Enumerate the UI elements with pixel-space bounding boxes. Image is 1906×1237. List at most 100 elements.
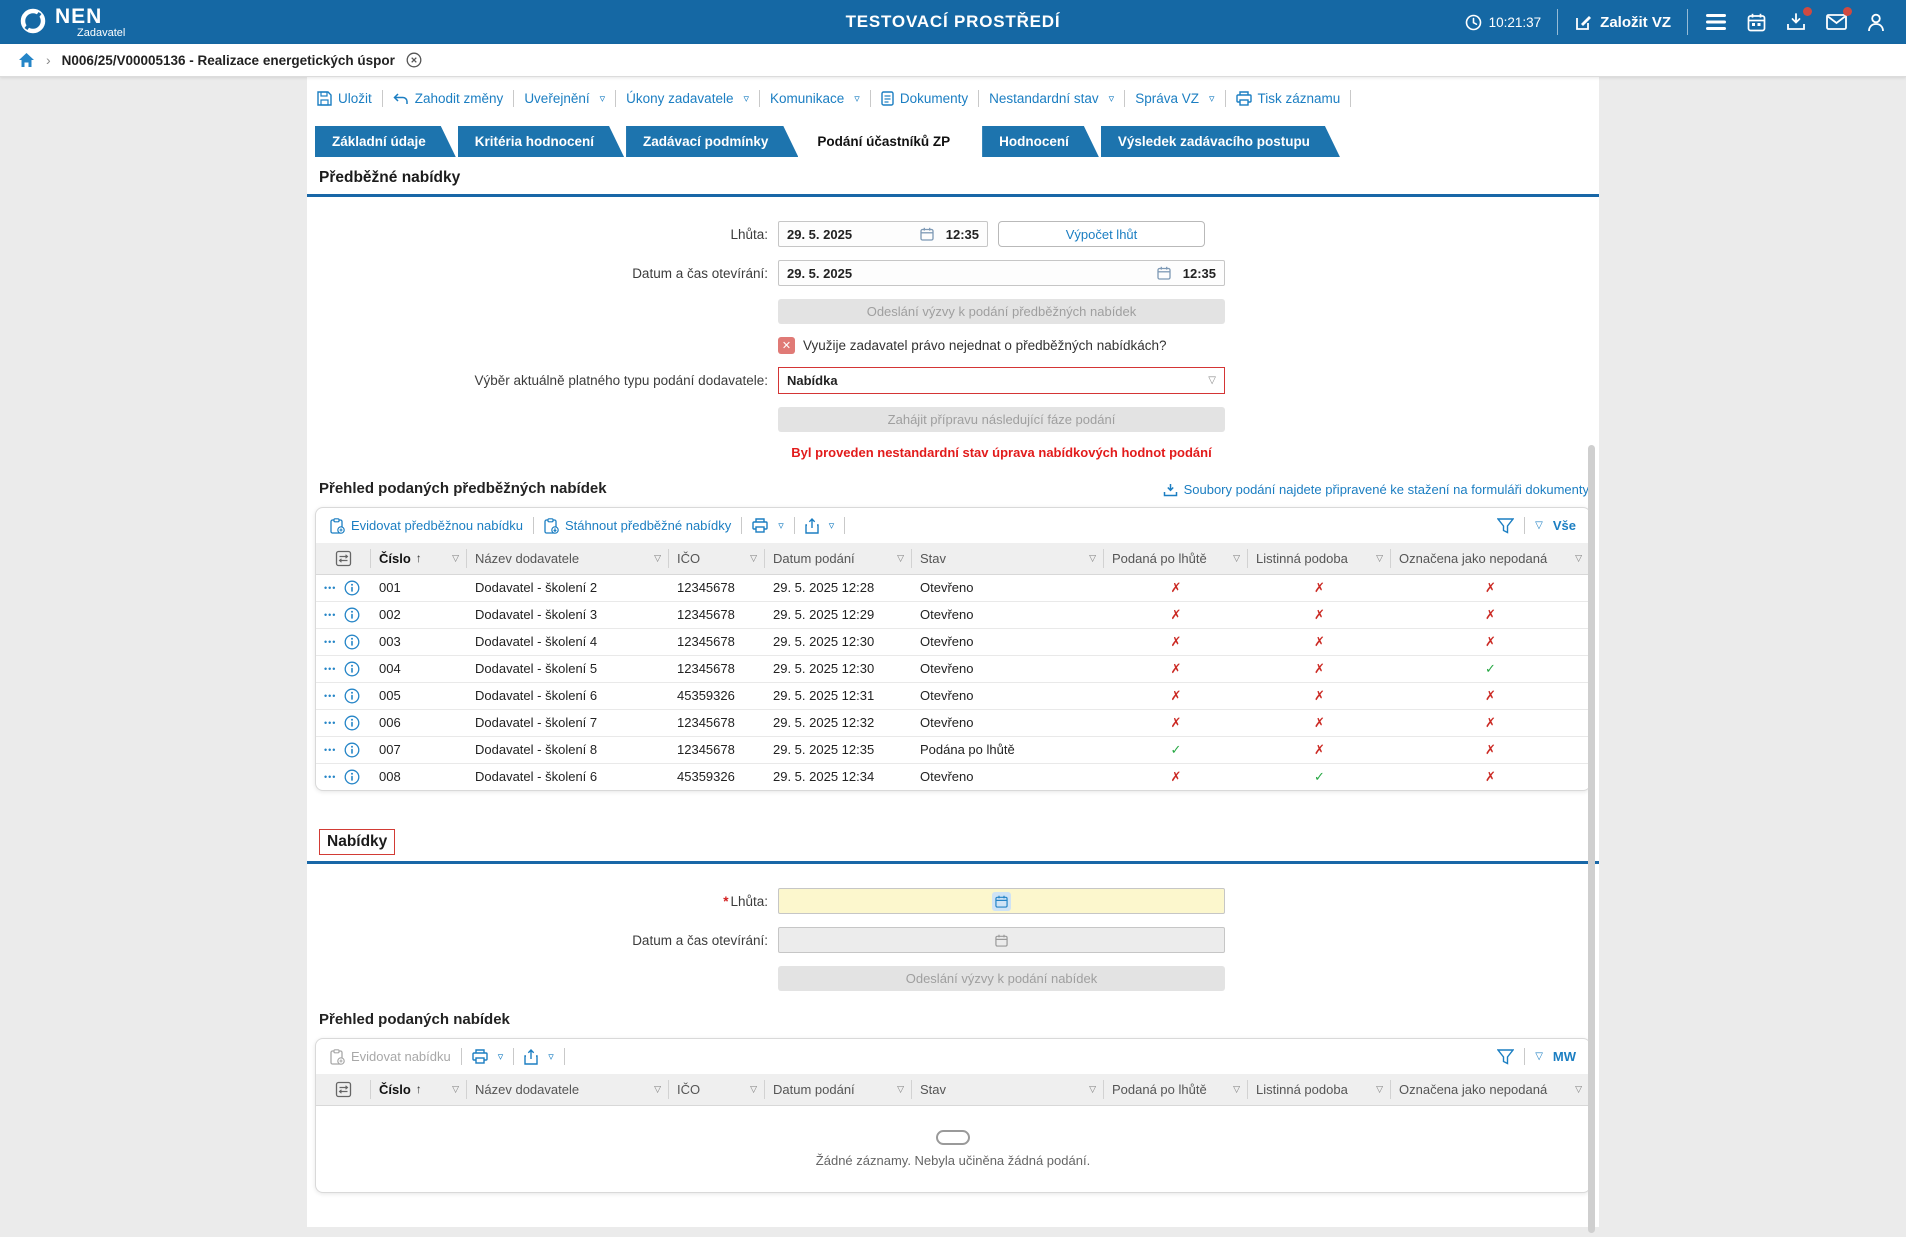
- nonstandard-state-menu[interactable]: Nestandardní stav: [989, 91, 1114, 106]
- tab-podani-ucastniku[interactable]: Podání účastníků ZP: [800, 126, 980, 157]
- checkbox-no-icon[interactable]: ✕: [778, 337, 795, 354]
- table-row[interactable]: 001Dodavatel - školení 21234567829. 5. 2…: [316, 574, 1590, 602]
- col-header-nazev[interactable]: Název dodavatele ▽: [467, 543, 669, 575]
- filter-dropdown-icon[interactable]: ▽: [654, 553, 661, 564]
- filter-dropdown-icon[interactable]: ▽: [1575, 1084, 1582, 1095]
- filter-dropdown-icon[interactable]: ▽: [897, 553, 904, 564]
- row-info-icon[interactable]: [344, 769, 360, 785]
- tab-hodnoceni[interactable]: Hodnocení: [982, 126, 1099, 157]
- submission-type-select[interactable]: Nabídka ▽: [778, 367, 1225, 394]
- tab-kriteria-hodnoceni[interactable]: Kritéria hodnocení: [458, 126, 624, 157]
- chevron-down-icon[interactable]: ▽: [1535, 520, 1543, 531]
- filter-dropdown-icon[interactable]: ▽: [654, 1084, 661, 1095]
- messages-button[interactable]: [1824, 7, 1852, 34]
- table-row[interactable]: 004Dodavatel - školení 51234567829. 5. 2…: [316, 655, 1590, 683]
- row-info-icon[interactable]: [344, 688, 360, 704]
- filter-dropdown-icon[interactable]: ▽: [750, 1084, 757, 1095]
- scrollbar-thumb[interactable]: [1588, 445, 1595, 1233]
- row-menu-icon[interactable]: [324, 718, 336, 728]
- row-info-icon[interactable]: [344, 715, 360, 731]
- print-table-button[interactable]: [472, 1049, 504, 1064]
- col-header-po-lhute[interactable]: Podaná po lhůtě ▽: [1104, 543, 1248, 575]
- user-profile-button[interactable]: [1864, 10, 1888, 34]
- row-menu-icon[interactable]: [324, 664, 336, 674]
- row-menu-icon[interactable]: [324, 772, 336, 782]
- filter-dropdown-icon[interactable]: ▽: [1089, 553, 1096, 564]
- row-menu-icon[interactable]: [324, 745, 336, 755]
- menu-button[interactable]: [1704, 10, 1728, 34]
- export-table-button[interactable]: [805, 517, 835, 534]
- row-info-icon[interactable]: [344, 580, 360, 596]
- chevron-down-icon[interactable]: ▽: [1535, 1051, 1543, 1062]
- row-menu-icon[interactable]: [324, 610, 336, 620]
- col-header-cislo[interactable]: Číslo ↑ ▽: [371, 543, 467, 575]
- filter-dropdown-icon[interactable]: ▽: [1376, 553, 1383, 564]
- tab-zakladni-udaje[interactable]: Základní údaje: [315, 126, 456, 157]
- tab-vysledek[interactable]: Výsledek zadávacího postupu: [1101, 126, 1340, 157]
- offers-deadline-field[interactable]: [778, 888, 1225, 914]
- filter-dropdown-icon[interactable]: ▽: [452, 553, 459, 564]
- col-header-stav[interactable]: Stav ▽: [912, 543, 1104, 575]
- row-menu-icon[interactable]: [324, 691, 336, 701]
- calendar-icon[interactable]: [995, 895, 1008, 908]
- create-vz-button[interactable]: Založit VZ: [1574, 13, 1671, 32]
- filter-dropdown-icon[interactable]: ▽: [452, 1084, 459, 1095]
- col-header-listinna[interactable]: Listinná podoba ▽: [1248, 1074, 1391, 1106]
- download-prelim-offers-button[interactable]: Stáhnout předběžné nabídky: [544, 517, 731, 534]
- calendar-button[interactable]: [1744, 10, 1768, 34]
- discard-changes-button[interactable]: Zahodit změny: [393, 91, 503, 106]
- filter-dropdown-icon[interactable]: ▽: [1575, 553, 1582, 564]
- col-header-datum[interactable]: Datum podání ▽: [765, 543, 912, 575]
- col-header-stav[interactable]: Stav ▽: [912, 1074, 1104, 1106]
- row-info-icon[interactable]: [344, 742, 360, 758]
- col-header-nazev[interactable]: Název dodavatele ▽: [467, 1074, 669, 1106]
- close-tab-icon[interactable]: [406, 52, 422, 68]
- vz-admin-menu[interactable]: Správa VZ: [1135, 91, 1214, 106]
- contracting-tasks-menu[interactable]: Úkony zadavatele: [626, 91, 749, 106]
- print-table-button[interactable]: [752, 518, 784, 533]
- col-header-listinna[interactable]: Listinná podoba ▽: [1248, 543, 1391, 575]
- filter-dropdown-icon[interactable]: ▽: [750, 553, 757, 564]
- table-row[interactable]: 007Dodavatel - školení 81234567829. 5. 2…: [316, 736, 1590, 764]
- column-chooser[interactable]: [316, 1074, 371, 1106]
- table-row[interactable]: 005Dodavatel - školení 64535932629. 5. 2…: [316, 682, 1590, 710]
- nen-logo[interactable]: NEN Zadavatel: [18, 6, 125, 39]
- table-row[interactable]: 008 Dodavatel - školení 6 45359326 29. 5. 2…: [316, 763, 1590, 790]
- breadcrumb-label[interactable]: N006/25/V00005136 - Realizace energetick…: [62, 53, 395, 68]
- communication-menu[interactable]: Komunikace: [770, 91, 860, 106]
- row-menu-icon[interactable]: [324, 637, 336, 647]
- filter-scope-all[interactable]: Vše: [1553, 518, 1576, 533]
- export-table-button[interactable]: [524, 1048, 554, 1065]
- filter-dropdown-icon[interactable]: ▽: [1089, 1084, 1096, 1095]
- table-row[interactable]: 006Dodavatel - školení 71234567829. 5. 2…: [316, 709, 1590, 737]
- row-info-icon[interactable]: [344, 607, 360, 623]
- publish-menu[interactable]: Uveřejnění: [524, 91, 605, 106]
- row-info-icon[interactable]: [344, 661, 360, 677]
- table-row[interactable]: 003Dodavatel - školení 41234567829. 5. 2…: [316, 628, 1590, 656]
- filter-dropdown-icon[interactable]: ▽: [1376, 1084, 1383, 1095]
- filter-dropdown-icon[interactable]: ▽: [1233, 553, 1240, 564]
- filter-dropdown-icon[interactable]: ▽: [897, 1084, 904, 1095]
- documents-button[interactable]: Dokumenty: [881, 91, 968, 106]
- row-info-icon[interactable]: [344, 634, 360, 650]
- calendar-icon[interactable]: [1157, 266, 1171, 280]
- column-chooser[interactable]: [316, 543, 371, 575]
- col-header-ico[interactable]: IČO ▽: [669, 543, 765, 575]
- home-icon[interactable]: [18, 52, 35, 68]
- col-header-cislo[interactable]: Číslo ↑ ▽: [371, 1074, 467, 1106]
- table-row[interactable]: 002Dodavatel - školení 31234567829. 5. 2…: [316, 601, 1590, 629]
- filter-dropdown-icon[interactable]: ▽: [1233, 1084, 1240, 1095]
- submission-files-link[interactable]: Soubory podání najdete připravené ke sta…: [1163, 482, 1589, 497]
- opening-datetime-field[interactable]: 29. 5. 2025 12:35: [778, 260, 1225, 286]
- filter-icon[interactable]: [1497, 1048, 1515, 1065]
- col-header-datum[interactable]: Datum podání ▽: [765, 1074, 912, 1106]
- col-header-po-lhute[interactable]: Podaná po lhůtě ▽: [1104, 1074, 1248, 1106]
- calendar-icon[interactable]: [920, 227, 934, 241]
- col-header-nepodana[interactable]: Označena jako nepodaná ▽: [1391, 1074, 1590, 1106]
- register-prelim-offer-button[interactable]: Evidovat předběžnou nabídku: [330, 517, 523, 534]
- deadline-datetime-field[interactable]: 29. 5. 2025 12:35: [778, 221, 988, 247]
- calculate-deadlines-button[interactable]: Výpočet lhůt: [998, 221, 1205, 247]
- col-header-nepodana[interactable]: Označena jako nepodaná ▽: [1391, 543, 1590, 575]
- filter-icon[interactable]: [1497, 517, 1515, 534]
- save-button[interactable]: Uložit: [317, 91, 372, 106]
